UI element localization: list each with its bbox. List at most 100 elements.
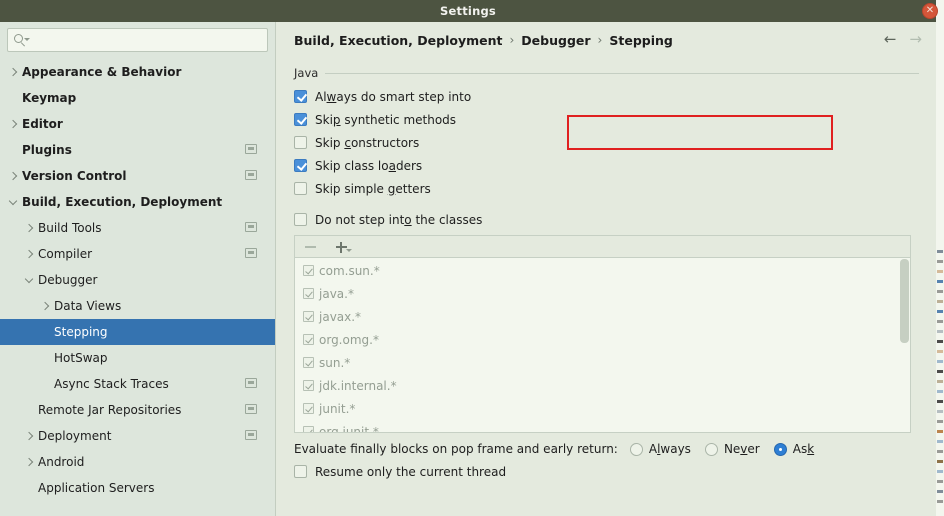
chevron-right-icon[interactable] (8, 119, 19, 130)
sidebar-item-compiler[interactable]: Compiler (0, 241, 275, 267)
class-list-item: sun.* (295, 351, 910, 374)
radio-option-never[interactable]: Never (704, 442, 760, 456)
breadcrumb-separator-icon: › (597, 33, 603, 47)
class-list-item-checkbox (303, 288, 314, 299)
class-list-item-checkbox (303, 311, 314, 322)
class-list-item-label: junit.* (319, 401, 356, 416)
sidebar-item-hotswap[interactable]: HotSwap (0, 345, 275, 371)
sidebar-item-label: Build, Execution, Deployment (22, 195, 223, 209)
class-list-item-label: org.omg.* (319, 332, 379, 347)
remove-class-icon (304, 239, 319, 254)
sidebar-item-application-servers[interactable]: Application Servers (0, 475, 275, 501)
option-row-skip-constructors[interactable]: Skip constructors (294, 131, 919, 154)
sidebar-item-appearance-behavior[interactable]: Appearance & Behavior (0, 59, 275, 85)
radio-option-ask[interactable]: Ask (773, 442, 815, 456)
resume-only-current-thread-row[interactable]: Resume only the current thread (294, 460, 919, 483)
group-divider (325, 72, 919, 74)
do-not-step-into-classes-row[interactable]: Do not step into the classes (294, 208, 919, 231)
chevron-right-icon[interactable] (40, 301, 51, 312)
evaluate-finally-radio-group: Always Never Ask (629, 442, 828, 456)
excluded-classes-list: com.sun.* java.* javax.* org.omg.* sun.* jdk.… (295, 259, 910, 432)
checkbox-always-do-smart-step-into[interactable] (294, 90, 307, 103)
class-list-item: org.omg.* (295, 328, 910, 351)
class-list-item: jdk.internal.* (295, 374, 910, 397)
class-list-item-label: javax.* (319, 309, 362, 324)
settings-sidebar: Appearance & Behavior Keymap Editor Plugins… (0, 22, 276, 516)
chevron-down-icon[interactable] (8, 197, 19, 208)
chevron-right-icon[interactable] (24, 431, 35, 442)
do-not-step-into-classes-checkbox[interactable] (294, 213, 307, 226)
checkbox-skip-constructors[interactable] (294, 136, 307, 149)
class-list-item-label: jdk.internal.* (319, 378, 397, 393)
search-input[interactable] (27, 33, 261, 47)
checkbox-skip-synthetic-methods[interactable] (294, 113, 307, 126)
sidebar-item-plugins[interactable]: Plugins (0, 137, 275, 163)
search-area (0, 22, 275, 57)
back-arrow-icon[interactable]: ← (884, 32, 897, 47)
scrollbar-thumb[interactable] (900, 259, 909, 343)
checkbox-skip-simple-getters[interactable] (294, 182, 307, 195)
add-class-icon[interactable] (335, 239, 352, 254)
sidebar-item-label: Debugger (38, 273, 98, 287)
chevron-right-icon[interactable] (24, 457, 35, 468)
class-list-item-checkbox (303, 265, 314, 276)
do-not-step-into-classes-label: Do not step into the classes (315, 212, 483, 227)
stepping-settings-content: Java Always do smart step into Skip synth… (277, 58, 936, 516)
checkbox-skip-class-loaders[interactable] (294, 159, 307, 172)
radio-label-ask: Ask (792, 442, 815, 456)
option-row-skip-class-loaders[interactable]: Skip class loaders (294, 154, 919, 177)
search-box[interactable] (7, 28, 268, 52)
close-icon[interactable]: ✕ (922, 3, 938, 19)
sidebar-item-remote-jar-repositories[interactable]: Remote Jar Repositories (0, 397, 275, 423)
project-scope-icon (245, 144, 257, 154)
resume-only-current-thread-checkbox[interactable] (294, 465, 307, 478)
radio-never[interactable] (704, 442, 718, 456)
sidebar-item-label: Data Views (54, 299, 122, 313)
java-group-label: Java (294, 66, 319, 80)
sidebar-item-label: Android (38, 455, 85, 469)
chevron-right-icon[interactable] (8, 67, 19, 78)
sidebar-item-build-tools[interactable]: Build Tools (0, 215, 275, 241)
radio-always[interactable] (629, 442, 643, 456)
project-scope-icon (245, 248, 257, 258)
option-row-skip-synthetic-methods[interactable]: Skip synthetic methods (294, 108, 919, 131)
project-scope-icon (245, 404, 257, 414)
resume-only-current-thread-label: Resume only the current thread (315, 464, 507, 479)
chevron-right-icon[interactable] (24, 249, 35, 260)
option-row-skip-simple-getters[interactable]: Skip simple getters (294, 177, 919, 200)
sidebar-item-debugger[interactable]: Debugger (0, 267, 275, 293)
radio-ask[interactable] (773, 442, 787, 456)
label-always-do-smart-step-into: Always do smart step into (315, 89, 472, 104)
breadcrumb-separator-icon: › (509, 33, 515, 47)
sidebar-item-label: Compiler (38, 247, 93, 261)
sidebar-item-stepping[interactable]: Stepping (0, 319, 275, 345)
sidebar-item-label: Plugins (22, 143, 72, 157)
class-list-item-checkbox (303, 403, 314, 414)
breadcrumb-part-2[interactable]: Stepping (609, 33, 672, 48)
sidebar-item-async-stack-traces[interactable]: Async Stack Traces (0, 371, 275, 397)
project-scope-icon (245, 378, 257, 388)
chevron-down-icon[interactable] (24, 275, 35, 286)
chevron-right-icon[interactable] (8, 171, 19, 182)
excluded-classes-scrollbar[interactable] (900, 259, 909, 431)
breadcrumb-part-0[interactable]: Build, Execution, Deployment (294, 33, 502, 48)
forward-arrow-icon: → (909, 30, 922, 48)
sidebar-item-version-control[interactable]: Version Control (0, 163, 275, 189)
sidebar-item-editor[interactable]: Editor (0, 111, 275, 137)
sidebar-item-build-execution-deployment[interactable]: Build, Execution, Deployment (0, 189, 275, 215)
sidebar-item-android[interactable]: Android (0, 449, 275, 475)
radio-option-always[interactable]: Always (629, 442, 691, 456)
sidebar-item-deployment[interactable]: Deployment (0, 423, 275, 449)
option-row-always-do-smart-step-into[interactable]: Always do smart step into (294, 85, 919, 108)
sidebar-item-data-views[interactable]: Data Views (0, 293, 275, 319)
breadcrumb-part-1[interactable]: Debugger (521, 33, 590, 48)
excluded-classes-toolbar (295, 236, 910, 258)
class-list-item: javax.* (295, 305, 910, 328)
sidebar-item-label: Async Stack Traces (54, 377, 169, 391)
sidebar-item-keymap[interactable]: Keymap (0, 85, 275, 111)
chevron-right-icon[interactable] (24, 223, 35, 234)
